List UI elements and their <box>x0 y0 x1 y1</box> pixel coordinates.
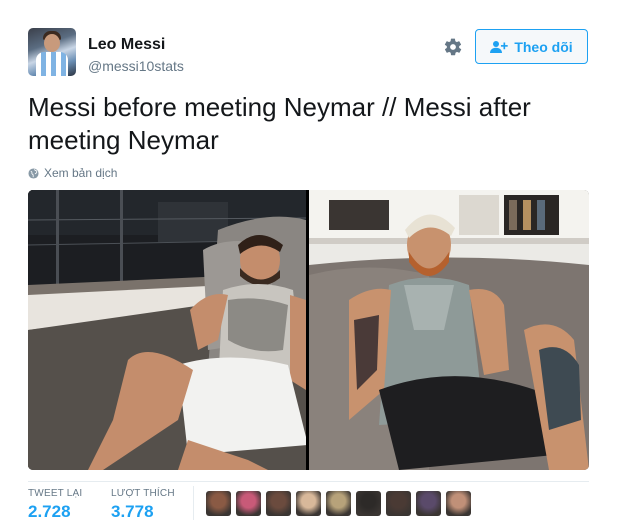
translate-link[interactable]: Xem bản dịch <box>28 166 117 180</box>
liker-avatar[interactable] <box>266 491 291 516</box>
globe-icon <box>28 167 39 179</box>
stats-divider <box>28 481 589 482</box>
photo-before[interactable] <box>28 190 306 470</box>
retweets-count[interactable]: 2.728 <box>28 502 71 522</box>
translate-label: Xem bản dịch <box>44 166 118 180</box>
tweet-media <box>28 190 589 470</box>
liker-avatar[interactable] <box>356 491 381 516</box>
retweets-label: TWEET LẠI <box>28 488 83 499</box>
gear-icon[interactable] <box>443 37 463 57</box>
liker-avatar[interactable] <box>296 491 321 516</box>
likes-count[interactable]: 3.778 <box>111 502 154 522</box>
user-name[interactable]: Leo Messi <box>88 36 165 54</box>
follow-button[interactable]: Theo dõi <box>475 29 588 64</box>
liker-avatar[interactable] <box>386 491 411 516</box>
liker-avatar[interactable] <box>236 491 261 516</box>
add-user-icon <box>490 40 509 53</box>
tweet-text-line-1: Messi before meeting Neymar // Messi aft… <box>28 92 531 122</box>
follow-button-label: Theo dõi <box>514 38 573 55</box>
liker-avatar[interactable] <box>416 491 441 516</box>
tweet-text-line-2: meeting Neymar <box>28 125 219 155</box>
liker-avatars <box>206 491 471 516</box>
liker-avatar[interactable] <box>326 491 351 516</box>
user-handle[interactable]: @messi10stats <box>88 58 184 74</box>
liker-avatar[interactable] <box>446 491 471 516</box>
tweet-card: Leo Messi @messi10stats Theo dõi Messi b… <box>0 0 627 527</box>
liker-avatar[interactable] <box>206 491 231 516</box>
likes-label: LƯỢT THÍCH <box>111 488 175 499</box>
tweet-text: Messi before meeting Neymar // Messi aft… <box>28 91 598 157</box>
photo-after[interactable] <box>309 190 589 470</box>
avatar[interactable] <box>28 28 76 76</box>
stats-separator <box>193 486 194 520</box>
